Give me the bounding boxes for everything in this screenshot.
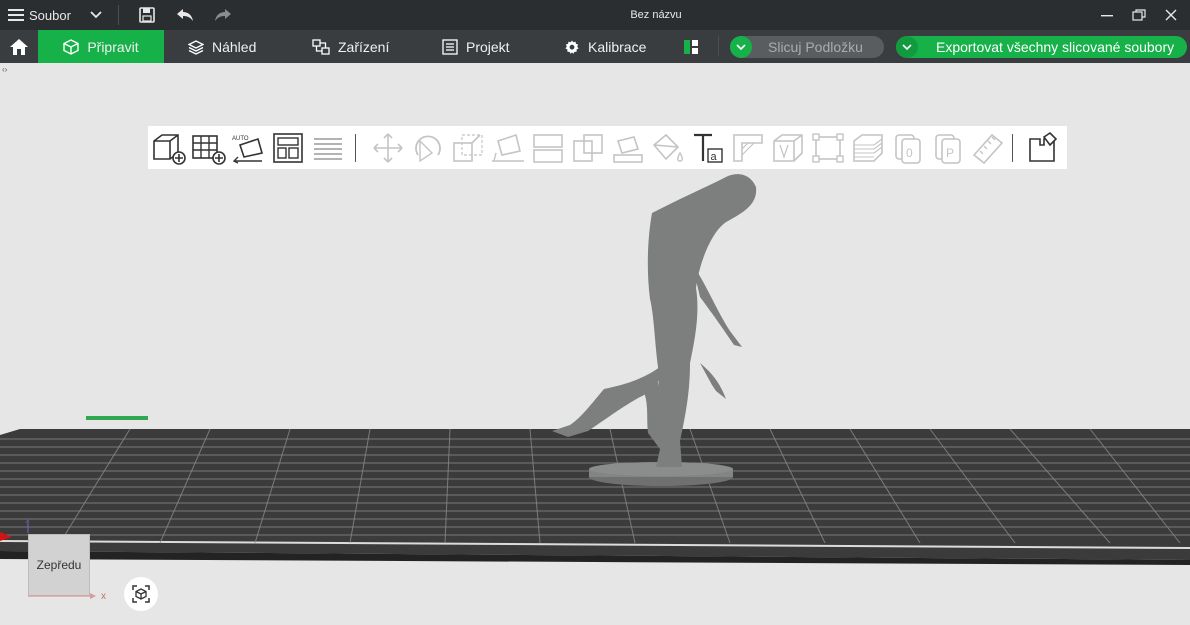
axis-x-arrow (28, 593, 96, 599)
tab-calibration[interactable]: Kalibrace (564, 30, 664, 63)
svg-text:0: 0 (906, 146, 913, 160)
grid-panel-icon (684, 39, 698, 54)
tab-device[interactable]: Zařízení (312, 30, 402, 63)
window-title: Bez názvu (630, 9, 682, 21)
3d-viewport[interactable]: AUTO a 0 P ‹› (0, 63, 1190, 625)
drop-to-bed-icon[interactable] (610, 131, 646, 165)
tab-prepare[interactable]: Připravit (38, 30, 164, 63)
list-icon (442, 38, 458, 55)
chevron-down-icon[interactable] (86, 0, 106, 30)
file-menu-label: Soubor (29, 7, 71, 23)
divider (355, 134, 356, 162)
paint-icon[interactable] (650, 131, 686, 165)
auto-orient-icon[interactable]: AUTO (230, 131, 266, 165)
close-icon[interactable] (1160, 0, 1182, 30)
seam-icon[interactable] (770, 131, 806, 165)
layer-height-icon[interactable] (850, 131, 886, 165)
svg-text:AUTO: AUTO (232, 136, 249, 142)
export-group: Exportovat všechny slicované soubory (896, 36, 1187, 58)
move-icon[interactable] (370, 131, 406, 165)
add-plate-icon[interactable] (190, 131, 226, 165)
redo-icon[interactable] (212, 0, 234, 30)
view-cube-face-label: Zepředu (36, 558, 82, 572)
split-icon[interactable] (570, 131, 606, 165)
ruler-icon[interactable] (970, 131, 1006, 165)
device-icon (312, 38, 330, 55)
axis-x-label: x (101, 591, 106, 602)
tab-preview[interactable]: Náhled (188, 30, 272, 63)
save-icon[interactable] (136, 0, 158, 30)
boolean-icon[interactable] (810, 131, 846, 165)
export-dropdown-button[interactable] (896, 36, 918, 58)
hamburger-icon (8, 9, 24, 21)
tab-project[interactable]: Projekt (442, 30, 532, 63)
tab-label: Projekt (466, 38, 510, 55)
slice-all-icon[interactable] (310, 131, 346, 165)
arrange-icon[interactable] (270, 131, 306, 165)
export-all-button[interactable]: Exportovat všechny slicované soubory (936, 39, 1174, 55)
axis-z-label: z (25, 515, 30, 525)
main-tab-bar: Připravit Náhled Zařízení Projekt Kalibr… (0, 30, 1190, 63)
chevron-down-icon (902, 43, 912, 50)
view-cube[interactable]: Zepředu (28, 534, 90, 596)
chevron-down-icon (736, 43, 746, 50)
add-object-icon[interactable] (150, 131, 186, 165)
cube-icon (63, 38, 80, 55)
slice-plate-group: Slicuj Podložku (730, 36, 884, 58)
layers-icon (188, 39, 204, 55)
cut-icon[interactable] (530, 131, 566, 165)
divider (718, 36, 719, 56)
fit-view-button[interactable] (124, 577, 158, 611)
tab-label: Náhled (212, 38, 257, 55)
gear-icon (565, 40, 579, 54)
svg-text:P: P (946, 146, 954, 160)
title-bar: Soubor Bez názvu (0, 0, 1190, 30)
slice-plate-button[interactable]: Slicuj Podložku (768, 39, 863, 55)
restore-icon[interactable] (1128, 0, 1150, 30)
rotate-icon[interactable] (410, 131, 446, 165)
home-icon (10, 38, 28, 55)
support-icon[interactable] (730, 131, 766, 165)
minimize-icon[interactable] (1096, 0, 1118, 30)
undo-icon[interactable] (174, 0, 196, 30)
fit-view-icon (132, 585, 150, 603)
home-button[interactable] (0, 30, 38, 63)
svg-text:a: a (711, 151, 718, 163)
assembly-icon[interactable] (1024, 131, 1060, 165)
divider (118, 5, 119, 25)
text-icon[interactable]: a (690, 131, 726, 165)
p-icon[interactable]: P (930, 131, 966, 165)
tab-label: Kalibrace (588, 38, 647, 55)
tab-label: Zařízení (338, 38, 390, 55)
tab-label: Připravit (87, 38, 139, 55)
file-menu-button[interactable]: Soubor (8, 0, 72, 30)
multi-device-button[interactable] (682, 30, 700, 63)
divider (1012, 134, 1013, 162)
build-plate (0, 416, 1190, 565)
lay-on-face-icon[interactable] (490, 131, 526, 165)
collapse-panel-icon[interactable]: ‹› (2, 65, 7, 74)
scale-icon[interactable] (450, 131, 486, 165)
object-toolbar: AUTO a 0 P (148, 126, 1067, 169)
zero-icon[interactable]: 0 (890, 131, 926, 165)
slice-dropdown-button[interactable] (730, 36, 752, 58)
